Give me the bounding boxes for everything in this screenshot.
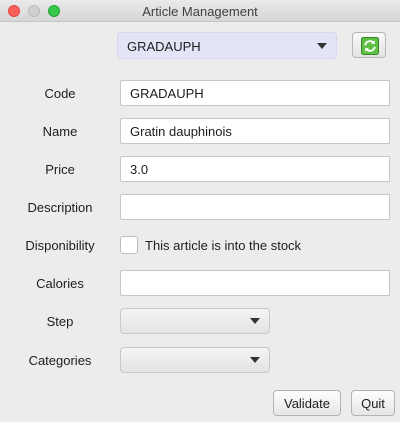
step-label: Step [46,314,74,329]
price-field[interactable] [120,156,390,182]
calories-field[interactable] [120,270,390,296]
chevron-down-icon [250,318,260,324]
calories-label: Calories [36,276,84,291]
description-field[interactable] [120,194,390,220]
refresh-icon [361,37,379,55]
article-form-panel: GRADAUPH Code Name Price Description Dis… [0,22,400,422]
refresh-button[interactable] [352,32,386,58]
step-combo[interactable] [120,308,270,334]
categories-label: Categories [28,353,92,368]
in-stock-checkbox[interactable] [120,236,138,254]
description-label: Description [27,200,93,215]
categories-combo[interactable] [120,347,270,373]
window-title: Article Management [142,4,258,19]
title-bar: Article Management [0,0,400,22]
article-selector-combo[interactable]: GRADAUPH [117,32,337,59]
code-label: Code [44,86,76,101]
in-stock-checkbox-label[interactable]: This article is into the stock [145,238,301,253]
price-label: Price [45,162,75,177]
name-label: Name [42,124,78,139]
article-selector-value: GRADAUPH [127,39,201,54]
chevron-down-icon [317,43,327,49]
disponibility-label: Disponibility [25,238,95,253]
chevron-down-icon [250,357,260,363]
validate-button[interactable]: Validate [273,390,341,416]
code-field[interactable] [120,80,390,106]
name-field[interactable] [120,118,390,144]
quit-button[interactable]: Quit [351,390,395,416]
